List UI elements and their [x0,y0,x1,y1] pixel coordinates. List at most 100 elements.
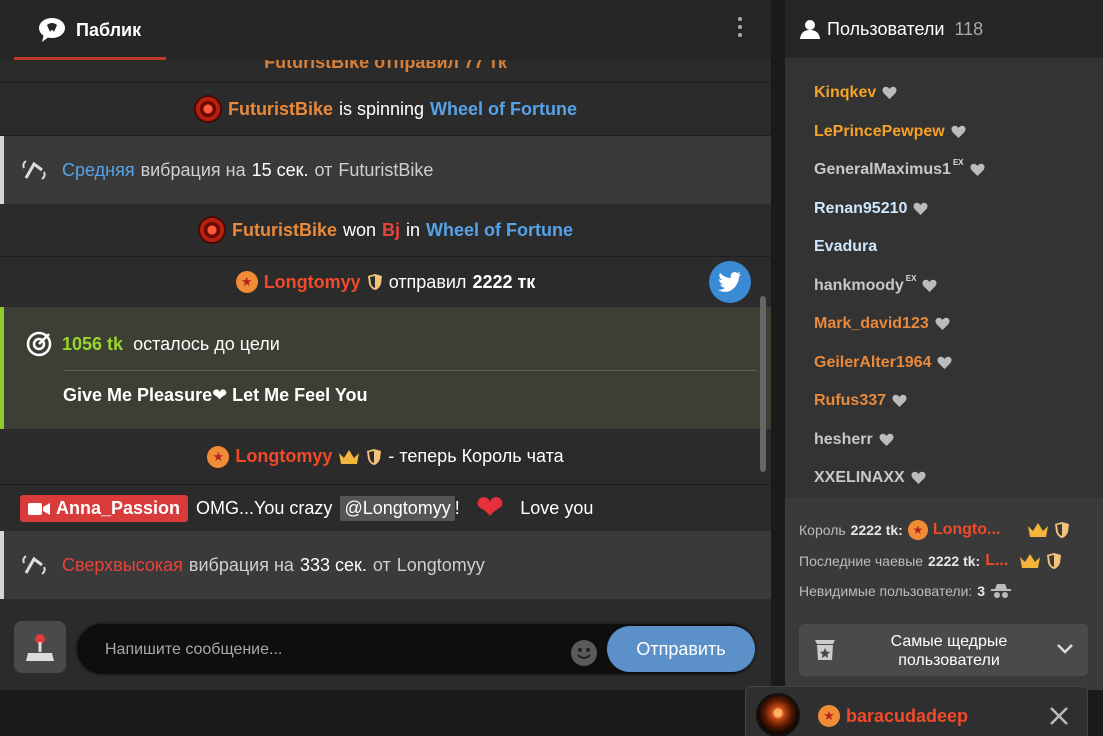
twitter-share-button[interactable] [709,261,751,303]
crown-icon [1028,523,1049,537]
user-name: XXELINAXX [814,469,905,486]
shield-icon [367,448,382,465]
heart-icon[interactable] [922,279,938,293]
heart-icon[interactable] [935,317,950,331]
shield-icon [1055,522,1070,538]
tab-public[interactable]: Паблик [14,0,166,60]
twitter-icon [718,272,741,292]
heart-icon[interactable] [951,125,966,139]
username[interactable]: FuturistBike [232,220,337,241]
user-name: Mark_david123 [814,315,929,332]
star-badge-icon: ★ [907,520,928,540]
games-button[interactable] [14,621,66,673]
user-name: GeilerAlter1964 [814,354,932,371]
user-list-item[interactable]: XXELINAXX [814,469,926,487]
star-badge-icon: ★ [207,445,230,468]
user-popup: ★ baracudadeep [745,686,1088,736]
app-root: Паблик FuturistBike отправил 77 тк Futur… [0,0,1103,736]
message-text: от [314,159,333,180]
target-icon [26,331,52,357]
send-button[interactable]: Отправить [607,626,755,672]
last-tip-username[interactable]: L... [985,552,1008,570]
chat-message-vibration: Средняя вибрация на 15 сек. от FuturistB… [0,136,771,204]
heart-icon[interactable] [970,163,985,177]
chat-message-cut: FuturistBike отправил 77 тк [0,60,771,74]
user-list-item[interactable]: Evadura [814,238,877,256]
user-list-item[interactable]: LePrincePewpew [814,123,966,141]
users-count: 118 [954,18,984,39]
trophy-icon [815,640,835,660]
message-text: Love you [520,497,594,518]
username[interactable]: Longtomyy [235,446,332,467]
heart-icon[interactable] [913,202,928,216]
shield-icon [367,274,382,290]
chat-scrollbar[interactable] [760,296,766,472]
goal-amount: 1056 tk [62,333,124,354]
vibration-duration: 333 сек. [299,554,367,575]
tip-amount: 2222 тк [472,271,536,292]
invisible-count: 3 [977,583,986,599]
message-text: от [372,554,391,575]
popup-avatar[interactable] [756,693,800,736]
user-name: Renan95210 [814,200,908,217]
heart-icon[interactable] [882,86,897,100]
user-name: Evadura [814,238,878,255]
user-list-item[interactable]: Mark_david123 [814,315,950,333]
users-panel: Пользователи 118 Kinqkev LePrincePewpew … [785,0,1103,690]
chat-message-model: Anna_Passion OMG...You crazy @Longtomyy … [0,485,771,531]
message-list: FuturistBike отправил 77 тк FuturistBike… [0,60,771,606]
ex-badge: EX [905,273,917,283]
user-list-item[interactable]: Renan95210 [814,200,928,218]
goal-subject: Give Me Pleasure❤ Let Me Feel You [63,385,368,405]
model-username-badge[interactable]: Anna_Passion [20,494,189,522]
user-avatar [193,95,222,123]
user-name: hankmoody [814,277,904,294]
user-list-item[interactable]: Kinqkev [814,84,897,102]
crown-icon [1020,554,1041,568]
chat-message-vibration: Сверхвысокая вибрация на 333 сек. от Lon… [0,531,771,599]
chat-header: Паблик [0,0,771,60]
username[interactable]: FuturistBike [338,160,433,181]
message-text: OMG...You crazy [196,497,333,518]
more-options-icon[interactable] [728,12,752,42]
message-text: is spinning [338,98,425,119]
chat-message-tip: ★ Longtomyy отправил 2222 тк [0,257,771,307]
last-tip-info: Последние чаевые 2222 tk: L... [799,552,1062,570]
vibration-level: Сверхвысокая [62,554,183,575]
model-username: Anna_Passion [56,497,181,518]
user-list-item[interactable]: Rufus337 [814,392,907,410]
close-icon[interactable] [1048,705,1070,727]
heart-emoji: ❤ [475,489,505,527]
heart-icon[interactable] [911,471,926,485]
user-list-item[interactable]: GeneralMaximus1 EX [814,158,985,179]
username[interactable]: Longtomyy [397,555,485,576]
popup-user[interactable]: ★ baracudadeep [818,705,968,727]
users-title: Пользователи [827,18,945,39]
vibration-duration: 15 сек. [251,159,309,180]
emoji-button[interactable] [571,640,597,666]
king-info: Король 2222 tk: ★ Longto... [799,520,1070,540]
user-list-item[interactable]: hesherr [814,431,894,449]
shield-icon [1047,553,1062,569]
user-list-item[interactable]: GeilerAlter1964 [814,354,952,372]
heart-icon[interactable] [879,433,894,447]
message-text: in [406,219,421,240]
message-input[interactable] [105,638,565,662]
mention[interactable]: @Longtomyy [340,495,455,521]
heart-icon[interactable] [937,356,952,370]
user-list-item[interactable]: hankmoody EX [814,273,938,295]
goal-status: 1056 tk осталось до цели [26,331,280,357]
top-tippers-dropdown[interactable]: Самые щедрые пользователи [799,624,1088,676]
king-username[interactable]: Longto... [933,521,1001,539]
heart-icon[interactable] [892,394,907,408]
user-avatar [197,216,226,244]
joystick-icon [26,634,54,661]
user-name: hesherr [814,431,873,448]
game-name: Wheel of Fortune [426,219,574,240]
username[interactable]: Longtomyy [264,272,361,293]
chat-panel: Паблик FuturistBike отправил 77 тк Futur… [0,0,771,690]
message-input-wrapper: Отправить [75,622,757,676]
star-badge-icon: ★ [235,271,258,293]
chat-message-goal: 1056 tk осталось до цели Give Me Pleasur… [0,307,771,429]
username[interactable]: FuturistBike [228,99,333,120]
